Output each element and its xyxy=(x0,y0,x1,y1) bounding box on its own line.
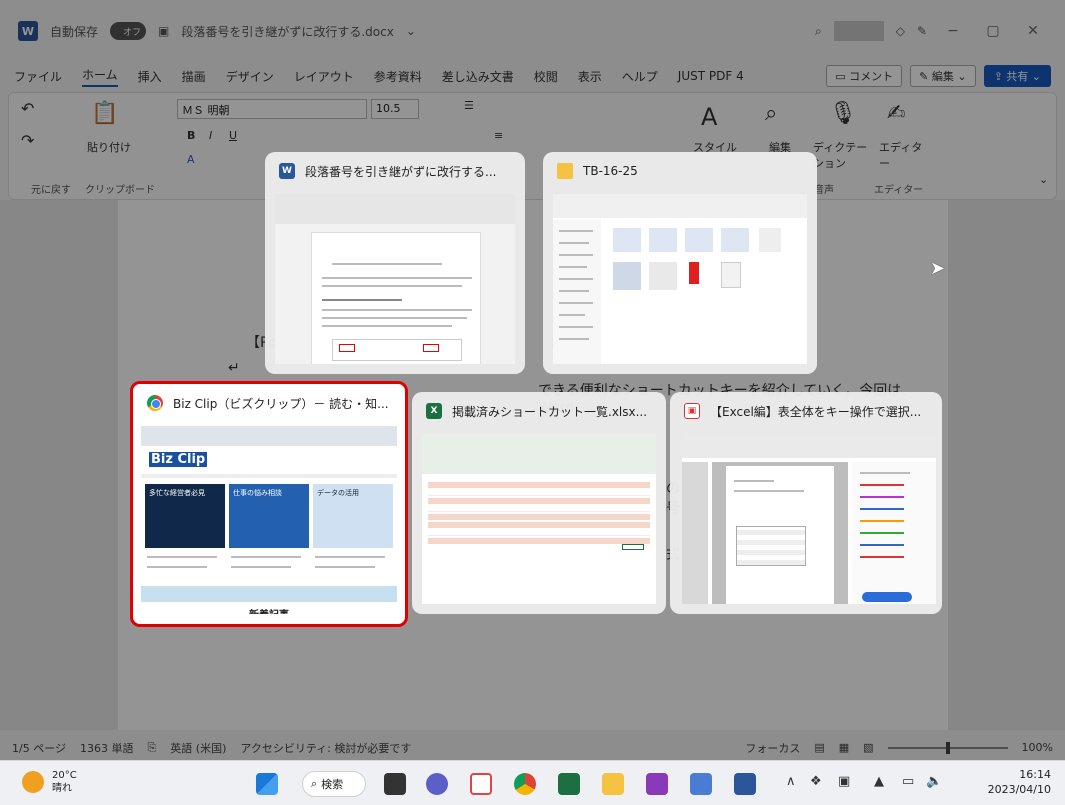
thumb-nav-pane xyxy=(553,220,601,364)
app-icon[interactable] xyxy=(690,773,712,795)
thumb-row xyxy=(428,482,650,488)
card-header: TB-16-25 xyxy=(543,152,817,190)
task-view-icon[interactable] xyxy=(384,773,406,795)
thumb-article: 仕事の悩み相談 xyxy=(229,484,309,548)
pen-icon[interactable]: ▲ xyxy=(874,774,884,789)
search-label: 検索 xyxy=(321,778,344,791)
thumb-row xyxy=(428,530,650,536)
thumb-row xyxy=(428,522,650,528)
thumb-browser-bar xyxy=(141,426,397,446)
thumb-pdf-panel xyxy=(852,462,936,604)
clock-time: 16:14 xyxy=(1019,768,1051,781)
card-title: TB-16-25 xyxy=(583,164,638,178)
chevron-up-icon[interactable]: ∧ xyxy=(786,774,796,789)
thumb-file xyxy=(759,228,781,252)
folder-icon xyxy=(557,163,573,179)
thumb-article-text: データの活用 xyxy=(317,489,359,497)
pdf-icon: ▣ xyxy=(684,403,700,419)
thumb-band xyxy=(141,586,397,602)
weather-temp: 20°C xyxy=(52,770,77,781)
thumb-nav xyxy=(141,474,397,478)
volume-icon[interactable]: 🔈 xyxy=(926,774,942,789)
task-switcher-overlay xyxy=(0,0,1065,760)
folder-icon[interactable] xyxy=(602,773,624,795)
weather-desc: 晴れ xyxy=(52,783,72,794)
thumb-row xyxy=(428,514,650,520)
chrome-icon[interactable] xyxy=(514,773,536,795)
thumb-file xyxy=(613,262,641,290)
card-title: 掲載済みショートカット一覧.xlsx... xyxy=(452,404,648,419)
thumb-side xyxy=(682,462,708,604)
word-icon[interactable] xyxy=(734,773,756,795)
bizclip-logo: Biz Clip xyxy=(149,452,208,467)
sun-icon xyxy=(22,771,44,793)
thumb-table xyxy=(332,339,462,361)
excel-thumbnail xyxy=(422,434,656,604)
thumb-ribbon xyxy=(422,434,656,474)
excel-icon: X xyxy=(426,403,442,419)
card-title: 【Excel編】表全体をキー操作で選択... xyxy=(710,404,922,419)
weather-widget[interactable]: 20°C 晴れ xyxy=(22,769,77,795)
thumb-row xyxy=(428,490,650,496)
thumb-doc-bg xyxy=(712,462,848,604)
switcher-card-chrome[interactable]: Biz Clip（ビズクリップ）－ 読む・知... Biz Clip 多忙な経営… xyxy=(130,381,408,627)
word-thumbnail xyxy=(275,194,515,364)
card-title: 段落番号を引き継がずに改行する... xyxy=(305,164,497,179)
chat-icon[interactable] xyxy=(426,773,448,795)
thumb-file xyxy=(721,228,749,252)
taskbar-search[interactable]: ⌕ 検索 xyxy=(302,771,366,797)
thumb-file xyxy=(649,262,677,290)
card-header: Biz Clip（ビズクリップ）－ 読む・知... xyxy=(133,384,405,422)
thumb-pdf-button xyxy=(862,592,912,602)
thumb-pdf-table xyxy=(736,526,806,566)
switcher-card-word[interactable]: W 段落番号を引き継がずに改行する... xyxy=(265,152,525,374)
bizclip-logo-text: Biz Clip xyxy=(149,452,208,467)
thumb-row xyxy=(428,538,650,544)
new-articles-label: 新着記事 xyxy=(141,606,397,614)
display-icon[interactable]: ▭ xyxy=(902,774,914,789)
taskbar: 20°C 晴れ ⌕ 検索 ∧ ❖ ▣ ▲ ▭ 🔈 16:14 2023/04/1… xyxy=(0,760,1065,805)
pdf-thumbnail xyxy=(682,434,936,604)
card-header: W 段落番号を引き継がずに改行する... xyxy=(265,152,525,190)
thumb-row xyxy=(428,506,650,512)
thumb-ribbon xyxy=(275,194,515,224)
app-icon[interactable] xyxy=(470,773,492,795)
thumb-file xyxy=(613,228,641,252)
dropbox-icon[interactable]: ❖ xyxy=(810,774,822,789)
thumb-file xyxy=(721,262,741,288)
thumb-pdf-page xyxy=(726,466,834,604)
mouse-cursor-icon: ➤ xyxy=(930,258,946,279)
thumb-page xyxy=(311,232,481,364)
thumb-article-text: 仕事の悩み相談 xyxy=(233,489,282,497)
app-icon[interactable] xyxy=(646,773,668,795)
thumb-selected-cell xyxy=(622,544,644,550)
thumb-file xyxy=(685,228,713,252)
ime-icon[interactable]: ▣ xyxy=(838,774,850,789)
chrome-icon xyxy=(147,395,163,411)
thumb-toolbar xyxy=(553,194,807,218)
card-header: X 掲載済みショートカット一覧.xlsx... xyxy=(412,392,666,430)
chrome-thumbnail: Biz Clip 多忙な経営者必見 仕事の悩み相談 データの活用 新着記事 xyxy=(141,426,397,614)
thumb-article-text: 多忙な経営者必見 xyxy=(149,489,205,497)
card-header: ▣ 【Excel編】表全体をキー操作で選択... xyxy=(670,392,942,430)
thumb-file-red xyxy=(689,262,699,284)
start-button[interactable] xyxy=(256,773,278,795)
clock-date: 2023/04/10 xyxy=(987,783,1051,796)
thumb-toolbar xyxy=(682,434,936,458)
card-title: Biz Clip（ビズクリップ）－ 読む・知... xyxy=(173,396,389,411)
switcher-card-explorer[interactable]: TB-16-25 xyxy=(543,152,817,374)
thumb-article: 多忙な経営者必見 xyxy=(145,484,225,548)
thumb-row xyxy=(428,498,650,504)
search-icon: ⌕ xyxy=(311,777,318,790)
switcher-card-pdf[interactable]: ▣ 【Excel編】表全体をキー操作で選択... xyxy=(670,392,942,614)
word-icon: W xyxy=(279,163,295,179)
thumb-file xyxy=(649,228,677,252)
switcher-card-excel[interactable]: X 掲載済みショートカット一覧.xlsx... xyxy=(412,392,666,614)
explorer-thumbnail xyxy=(553,194,807,364)
clock[interactable]: 16:14 2023/04/10 xyxy=(988,767,1051,797)
thumb-article: データの活用 xyxy=(313,484,393,548)
excel-icon[interactable] xyxy=(558,773,580,795)
